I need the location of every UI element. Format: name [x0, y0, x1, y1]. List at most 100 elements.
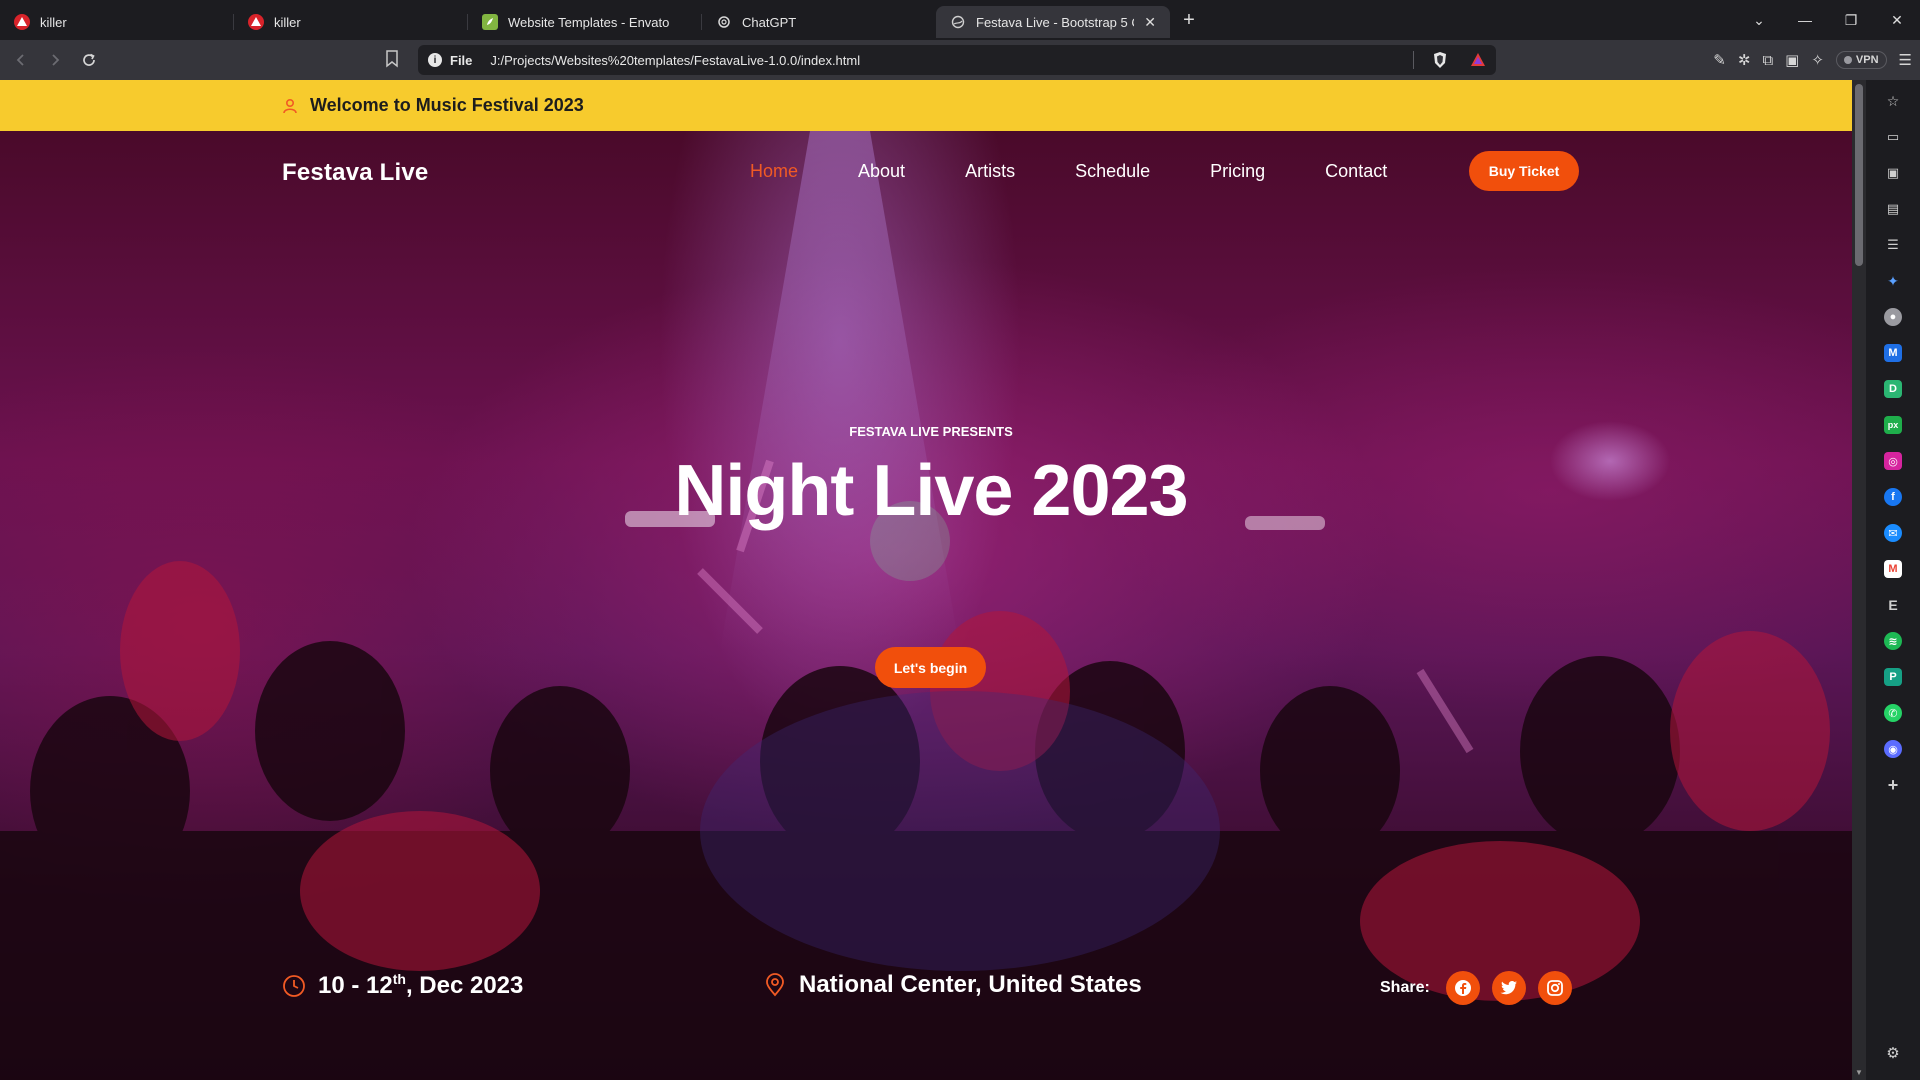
bookmark-icon[interactable] [385, 50, 405, 70]
m-app-icon[interactable]: M [1884, 344, 1902, 362]
tab-title: killer [274, 14, 301, 30]
nav-pricing[interactable]: Pricing [1210, 161, 1265, 182]
whatsapp-icon[interactable]: ✆ [1884, 704, 1902, 722]
restore-icon[interactable]: ❐ [1828, 12, 1874, 29]
date-suffix: th [392, 971, 406, 987]
browser-tab-strip: killer killer Website Templates - Envato… [0, 0, 1920, 40]
browser-tab[interactable]: ChatGPT [702, 6, 936, 38]
hero-section: Festava Live Home About Artists Schedule… [0, 131, 1852, 1080]
lets-begin-button[interactable]: Let's begin [875, 647, 986, 688]
scrollbar-thumb[interactable] [1855, 84, 1863, 266]
browser-tab[interactable]: killer [234, 6, 468, 38]
address-bar[interactable]: i File J:/Projects/Websites%20templates/… [418, 45, 1496, 75]
github-icon[interactable]: ● [1884, 308, 1902, 326]
nav-home[interactable]: Home [750, 161, 798, 182]
page-scrollbar[interactable]: ▲ ▼ [1852, 80, 1866, 1080]
welcome-text: Welcome to Music Festival 2023 [310, 95, 584, 115]
scheme-label: File [450, 52, 473, 68]
chatgpt-icon [716, 14, 732, 30]
date-range: 10 - 12 [318, 972, 393, 999]
welcome-bar: Welcome to Music Festival 2023 [0, 80, 1852, 131]
address-divider [1413, 51, 1414, 69]
location-text: National Center, United States [799, 971, 1142, 998]
instagram-side-icon[interactable]: ◎ [1884, 452, 1902, 470]
scroll-down-icon[interactable]: ▼ [1854, 1068, 1864, 1078]
reload-icon[interactable] [76, 47, 102, 73]
tv-icon[interactable]: ▭ [1884, 128, 1902, 146]
close-window-icon[interactable]: ✕ [1874, 12, 1920, 29]
d-app-icon[interactable]: D [1884, 380, 1902, 398]
twitter-icon[interactable] [1491, 971, 1526, 1005]
date-text: 10 - 12th, Dec 2023 [318, 971, 523, 1000]
settings-gear-icon[interactable]: ⚙ [1884, 1044, 1902, 1062]
globe-icon [950, 14, 966, 30]
buy-ticket-button[interactable]: Buy Ticket [1469, 151, 1579, 191]
brave-rewards-icon[interactable] [1470, 52, 1486, 68]
browser-tab[interactable]: killer [0, 6, 234, 38]
facebook-side-icon[interactable]: f [1884, 488, 1902, 506]
instagram-icon[interactable] [1537, 971, 1572, 1005]
app-logo-icon [248, 14, 264, 30]
extension-icon[interactable]: ✲ [1738, 51, 1751, 69]
nav-artists[interactable]: Artists [965, 161, 1015, 182]
star-icon[interactable]: ☆ [1884, 92, 1902, 110]
puzzle-icon[interactable]: ⧉ [1762, 52, 1773, 69]
tab-title: Website Templates - Envato [508, 14, 670, 30]
spotify-icon[interactable]: ≋ [1884, 632, 1902, 650]
close-tab-icon[interactable]: ✕ [1144, 14, 1156, 31]
messenger-icon[interactable]: ✉ [1884, 524, 1902, 542]
url-text[interactable]: J:/Projects/Websites%20templates/Festava… [490, 53, 1405, 68]
gmail-icon[interactable]: M [1884, 560, 1902, 578]
site-info-icon[interactable]: i [428, 53, 442, 67]
sparkle-icon[interactable]: ✦ [1884, 272, 1902, 290]
vpn-button[interactable]: VPN [1835, 51, 1887, 69]
chrome-app-icon[interactable]: ◉ [1884, 740, 1902, 758]
concert-crowd-background [0, 131, 1852, 1080]
wallet-icon[interactable]: ▣ [1884, 164, 1902, 182]
reading-list-icon[interactable]: ☰ [1884, 236, 1902, 254]
leo-ai-icon[interactable]: ✧ [1811, 51, 1824, 69]
browser-tab[interactable]: Website Templates - Envato [468, 6, 702, 38]
e-app-icon[interactable]: E [1884, 596, 1902, 614]
event-info-row: 10 - 12th, Dec 2023 National Center, Uni… [0, 971, 1852, 1011]
nav-schedule[interactable]: Schedule [1075, 161, 1150, 182]
forward-icon[interactable] [42, 47, 68, 73]
browser-tab-active[interactable]: Festava Live - Bootstrap 5 CSS ✕ [936, 6, 1170, 38]
toolbar-actions: ✎ ✲ ⧉ ▣ ✧ VPN ☰ [1713, 45, 1912, 75]
browser-toolbar: i File J:/Projects/Websites%20templates/… [0, 40, 1920, 80]
hero-eyebrow: FESTAVA LIVE PRESENTS [849, 424, 1013, 439]
nav-about[interactable]: About [858, 161, 905, 182]
share-group: Share: [1380, 971, 1572, 1005]
facebook-icon[interactable] [1445, 971, 1480, 1005]
bookmarks-icon[interactable]: ▤ [1884, 200, 1902, 218]
wallet-icon[interactable]: ▣ [1785, 51, 1799, 69]
clock-icon [283, 974, 305, 997]
px-app-icon[interactable]: px [1884, 416, 1902, 434]
main-nav: Home About Artists Schedule Pricing Cont… [750, 161, 1387, 182]
minimize-icon[interactable]: — [1782, 12, 1828, 28]
app-logo-icon [14, 14, 30, 30]
new-tab-button[interactable]: + [1174, 5, 1204, 35]
user-icon [283, 98, 297, 113]
vpn-status-dot [1843, 56, 1852, 64]
paypal-icon[interactable]: P [1884, 668, 1902, 686]
tab-title: ChatGPT [742, 14, 797, 30]
tab-search-icon[interactable]: ⌄ [1736, 12, 1782, 29]
back-icon[interactable] [8, 47, 34, 73]
menu-icon[interactable]: ☰ [1899, 51, 1912, 69]
map-pin-icon [766, 973, 784, 997]
browser-sidebar: ☆ ▭ ▣ ▤ ☰ ✦ ● M D px ◎ f ✉ M E ≋ P ✆ ◉ +… [1866, 80, 1920, 1080]
event-date: 10 - 12th, Dec 2023 [282, 971, 523, 1000]
hero-title: Night Live 2023 [674, 451, 1188, 531]
vpn-label: VPN [1855, 54, 1879, 66]
add-panel-icon[interactable]: + [1884, 775, 1902, 795]
site-logo[interactable]: Festava Live [282, 159, 428, 187]
page-viewport: Welcome to Music Festival 2023 Festava L… [0, 80, 1866, 1080]
window-controls: ⌄ — ❐ ✕ [1736, 0, 1920, 40]
tab-title: killer [40, 14, 67, 30]
nav-contact[interactable]: Contact [1325, 161, 1387, 182]
brave-shield-icon[interactable] [1432, 51, 1448, 69]
date-month-year: , Dec 2023 [405, 972, 524, 999]
color-picker-icon[interactable]: ✎ [1713, 51, 1726, 69]
envato-icon [482, 14, 498, 30]
